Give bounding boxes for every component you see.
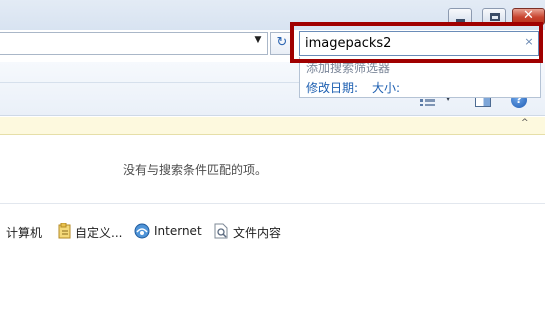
refresh-icon: ↻ bbox=[276, 35, 288, 50]
toolbar-divider bbox=[0, 82, 299, 83]
file-contents-icon bbox=[214, 223, 228, 239]
search-highlight-box bbox=[290, 22, 543, 63]
search-again-internet-label: Internet bbox=[154, 224, 202, 238]
no-results-message: 没有与搜索条件匹配的项。 bbox=[123, 163, 268, 177]
search-again-computer-label: 计算机 bbox=[6, 226, 43, 240]
filter-size-link[interactable]: 大小: bbox=[372, 79, 400, 96]
custom-folder-icon bbox=[58, 223, 71, 239]
search-again-file-contents-label: 文件内容 bbox=[233, 226, 282, 240]
maximize-icon bbox=[490, 13, 500, 21]
chevron-down-icon[interactable]: ▼ bbox=[252, 35, 264, 45]
internet-globe-icon bbox=[134, 223, 150, 239]
filter-date-modified-link[interactable]: 修改日期: bbox=[306, 79, 358, 96]
close-icon: ✕ bbox=[523, 8, 534, 23]
results-divider bbox=[0, 203, 545, 204]
search-again-custom-label: 自定义... bbox=[75, 226, 123, 240]
address-bar[interactable]: ▼ bbox=[0, 32, 268, 55]
info-bar: ^ bbox=[0, 117, 545, 135]
search-filter-dropdown: 添加搜索筛选器 修改日期: 大小: bbox=[299, 57, 541, 98]
collapse-icon[interactable]: ^ bbox=[521, 118, 529, 128]
